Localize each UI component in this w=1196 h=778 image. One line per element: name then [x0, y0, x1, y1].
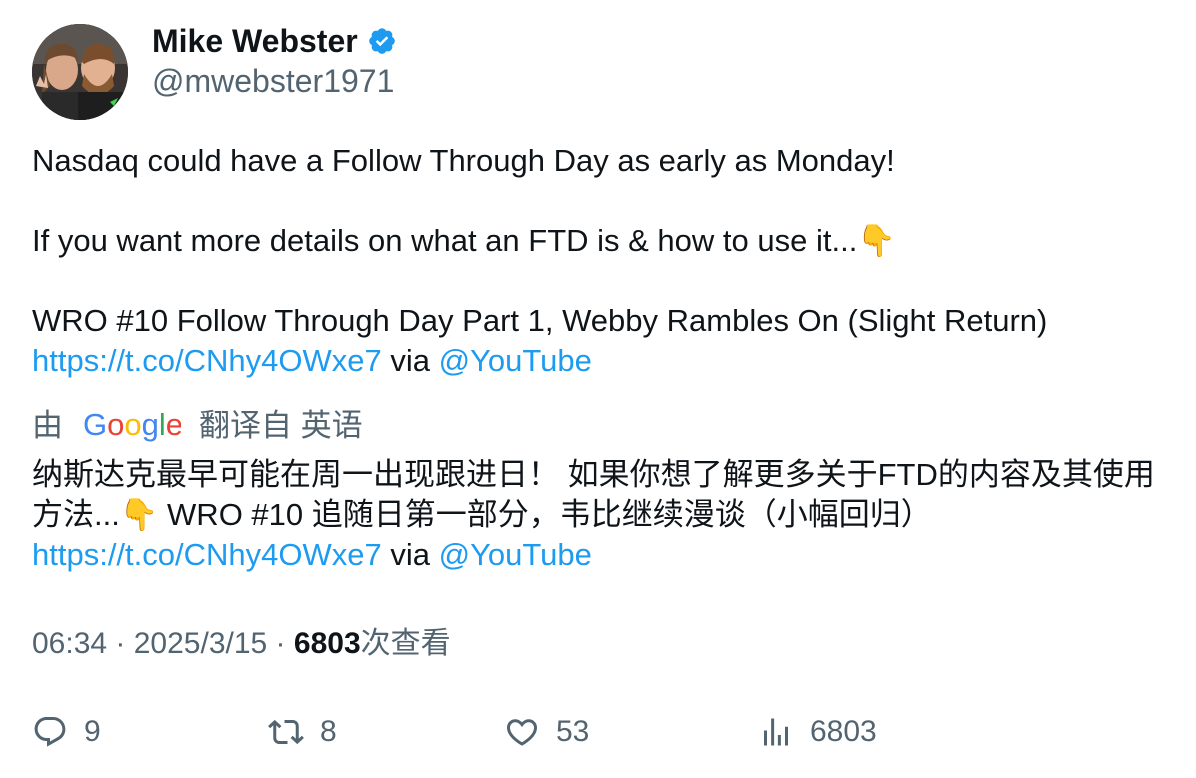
like-button[interactable]: 53 [504, 712, 589, 752]
author-name[interactable]: Mike Webster [152, 22, 358, 60]
action-bar: 9 8 53 6803 [32, 712, 1172, 756]
like-count: 53 [556, 715, 590, 748]
views-count: 6803 [293, 627, 361, 660]
verified-badge-icon [368, 28, 395, 54]
avatar-photo [32, 24, 128, 120]
tweet-date[interactable]: 2025/3/15 [134, 627, 267, 660]
reply-count: 9 [84, 715, 101, 748]
tweet-time[interactable]: 06:34 [32, 627, 107, 660]
retweet-count: 8 [320, 715, 337, 748]
translation-prefix: 由 [32, 408, 63, 443]
tweet-meta: 06:34 · 2025/3/15 · 6803次查看 [32, 624, 451, 664]
tweet-link[interactable]: https://t.co/CNhy4OWxe7 [32, 343, 382, 378]
tweet-line-3: WRO #10 Follow Through Day Part 1, Webby… [32, 303, 1048, 338]
views-action-count: 6803 [810, 715, 877, 748]
tweet-line-1: Nasdaq could have a Follow Through Day a… [32, 143, 895, 178]
tweet-text: Nasdaq could have a Follow Through Day a… [32, 141, 1172, 381]
views-button[interactable]: 6803 [758, 712, 877, 752]
retweet-icon [268, 719, 304, 745]
meta-separator-2: · [267, 627, 294, 660]
reply-button[interactable]: 9 [32, 712, 101, 752]
translated-text: 纳斯达克最早可能在周一出现跟进日！ 如果你想了解更多关于FTD的内容及其使用方法… [32, 455, 1172, 575]
views-label: 次查看 [360, 627, 451, 660]
translation-attribution[interactable]: 由 Google 翻译自 英语 [32, 406, 363, 446]
author-handle[interactable]: @mwebster1971 [152, 62, 394, 100]
retweet-button[interactable]: 8 [268, 712, 337, 752]
svg-text:Google: Google [83, 409, 181, 442]
meta-separator: · [107, 627, 134, 660]
tweet-line-2: If you want more details on what an FTD … [32, 223, 896, 258]
translated-mention[interactable]: @YouTube [439, 537, 592, 572]
tweet-mention[interactable]: @YouTube [439, 343, 592, 378]
heart-icon [506, 719, 538, 746]
translated-link[interactable]: https://t.co/CNhy4OWxe7 [32, 537, 382, 572]
translated-via: via [381, 537, 439, 572]
avatar[interactable] [32, 24, 128, 120]
google-logo: Google [83, 409, 181, 442]
reply-icon [34, 717, 66, 747]
analytics-icon [764, 718, 788, 746]
tweet-via: via [381, 343, 439, 378]
translation-suffix: 翻译自 英语 [199, 408, 363, 443]
translated-body: 纳斯达克最早可能在周一出现跟进日！ 如果你想了解更多关于FTD的内容及其使用方法… [32, 457, 1155, 532]
